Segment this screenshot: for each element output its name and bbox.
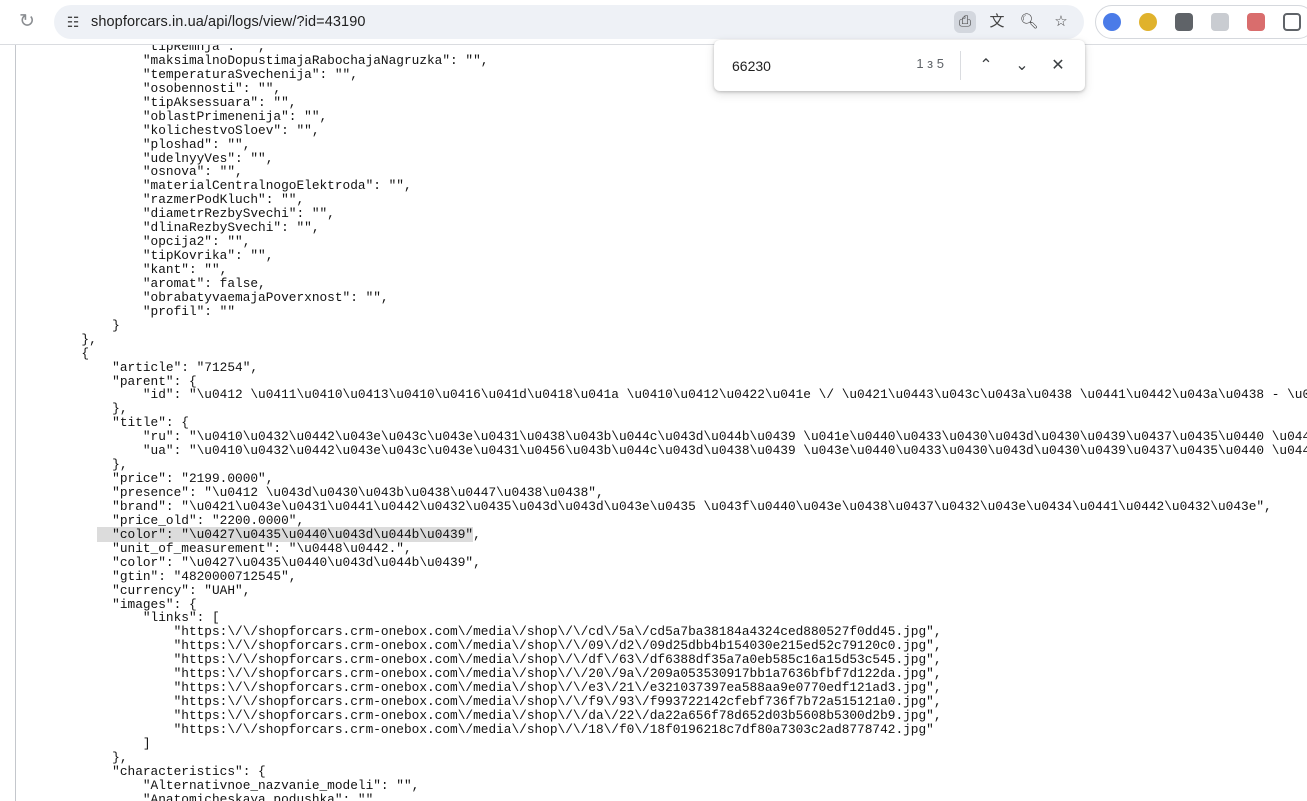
code-line: "tipAksessuara": "", [20,94,297,110]
reload-icon[interactable]: ↻ [14,10,40,36]
code-line: ] [20,735,151,751]
code-line: "materialCentralnogoElektroda": "", [20,178,412,194]
close-icon[interactable]: ✕ [1044,52,1072,80]
code-line: "temperaturaSvechenija": "", [20,66,358,82]
code-line: "maksimalnoDopustimajaRabochajaNagruzka"… [20,52,489,68]
shop-extension-icon[interactable] [1247,13,1265,31]
code-line: "razmerPodKluch": "", [20,192,305,208]
code-line: "ua": "\u0410\u0432\u0442\u043e\u043c\u0… [142,443,1307,459]
code-line: }, [20,457,128,473]
browser-toolbar: ↻ ☷ shopforcars.in.ua/api/logs/view/?id=… [0,0,1307,45]
code-line: { [20,345,90,361]
code-line: "diametrRezbySvechi": "", [20,206,335,222]
address-bar[interactable]: ☷ shopforcars.in.ua/api/logs/view/?id=43… [54,5,1084,39]
code-line: "color": "\u0427\u0435\u0440\u043d\u044b… [20,554,481,570]
code-line: }, [20,331,97,347]
code-line: "price": "2199.0000", [20,471,274,487]
coin-extension-icon[interactable] [1139,13,1157,31]
tune-icon[interactable]: ☷ [62,11,84,33]
code-line: "id": "\u0412 \u0411\u0410\u0413\u0410\u… [20,387,1307,403]
code-line: "unit_of_measurement": "\u0448\u0442.", [20,540,412,556]
translate-icon[interactable]: 文 [986,11,1008,33]
code-line: } [20,317,120,333]
code-line: "currency": "UAH", [20,582,251,598]
code-line: "https:\/\/shopforcars.crm-onebox.com\/m… [20,680,942,696]
code-line: "https:\/\/shopforcars.crm-onebox.com\/m… [20,721,934,737]
chevron-down-icon[interactable]: ⌄ [1008,52,1036,80]
code-line: "images": { [20,596,197,612]
code-line: "kant": "", [20,262,228,277]
chevron-up-icon[interactable]: ⌃ [972,52,1000,80]
tag-extension-icon[interactable] [1103,13,1121,31]
code-line-highlighted: "color": "\u0427\u0435\u0440\u043d\u044b… [20,526,1307,542]
code-line: "osnova": "", [20,164,243,180]
code-line: "parent": { [20,373,197,389]
code-line: "obrabatyvaemajaPoverxnost": "", [20,289,389,305]
json-viewer: "tipRemnja": "", "maksimalnoDopustimajaR… [0,45,1307,801]
code-rest: , [473,526,481,542]
code-line: "dlinaRezbySvechi": "", [20,220,320,236]
code-line: "price_old": "2200.0000", [20,512,305,528]
find-bar: 1 з 5 ⌃ ⌄ ✕ [714,40,1085,91]
find-match-count: 1 з 5 [916,56,944,71]
gutter-line [15,45,16,801]
code-line: "Anatomicheskaya_podushka": "", [20,791,381,801]
code-line: "kolichestvoSloev": "", [20,122,320,138]
square-extension-icon[interactable] [1175,13,1193,31]
code-line: "udelnyyVes": "", [20,150,274,166]
code-line: "https:\/\/shopforcars.crm-onebox.com\/m… [20,652,942,668]
code-line: "title": { [20,415,189,431]
code-line: "Alternativnoe_nazvanie_modeli": "", [20,777,420,793]
url-text[interactable]: shopforcars.in.ua/api/logs/view/?id=4319… [91,5,366,39]
code-line: "https:\/\/shopforcars.crm-onebox.com\/m… [20,708,942,723]
code-line: "article": "71254", [20,359,259,375]
code-line: "https:\/\/shopforcars.crm-onebox.com\/m… [20,694,942,710]
code-line: "profil": "" [20,303,236,319]
code-line: "presence": "\u0412 \u043d\u0430\u043b\u… [20,485,604,500]
code-line: "aromat": false, [20,275,266,291]
code-line: "oblastPrimenenija": "", [20,108,328,124]
zoom-icon[interactable]: 🔍︎ [1018,11,1040,33]
code-line: "ru": "\u0410\u0432\u0442\u043e\u043c\u0… [142,429,1307,445]
code-line: "https:\/\/shopforcars.crm-onebox.com\/m… [20,666,942,682]
extensions-area [1095,5,1307,39]
code-line: "ploshad": "", [20,136,251,152]
code-line: "https:\/\/shopforcars.crm-onebox.com\/m… [20,624,942,640]
find-separator [960,51,961,80]
code-line: "https:\/\/shopforcars.crm-onebox.com\/m… [20,638,942,654]
pen-extension-icon[interactable] [1211,13,1229,31]
code-line: "gtin": "4820000712545", [20,568,297,584]
code-line: "tipKovrika": "", [20,248,274,264]
code-line: }, [20,401,128,417]
code-line: "osobennosti": "", [20,80,282,96]
code-line: }, [20,749,128,765]
json-code: "tipRemnja": "", "maksimalnoDopustimajaR… [20,45,1307,801]
find-in-page-icon[interactable]: ⎙ [954,11,976,33]
puzzle-extension-icon[interactable] [1283,13,1301,31]
code-line: "characteristics": { [20,763,266,779]
selection-highlight: "color": "\u0427\u0435\u0440\u043d\u044b… [96,526,474,542]
star-icon[interactable]: ☆ [1050,11,1072,33]
code-line: "links": [ [20,610,220,626]
code-line: "opcija2": "", [20,234,251,250]
find-input[interactable] [730,55,904,77]
code-line: "brand": "\u0421\u043e\u0431\u0441\u0442… [20,498,1272,514]
